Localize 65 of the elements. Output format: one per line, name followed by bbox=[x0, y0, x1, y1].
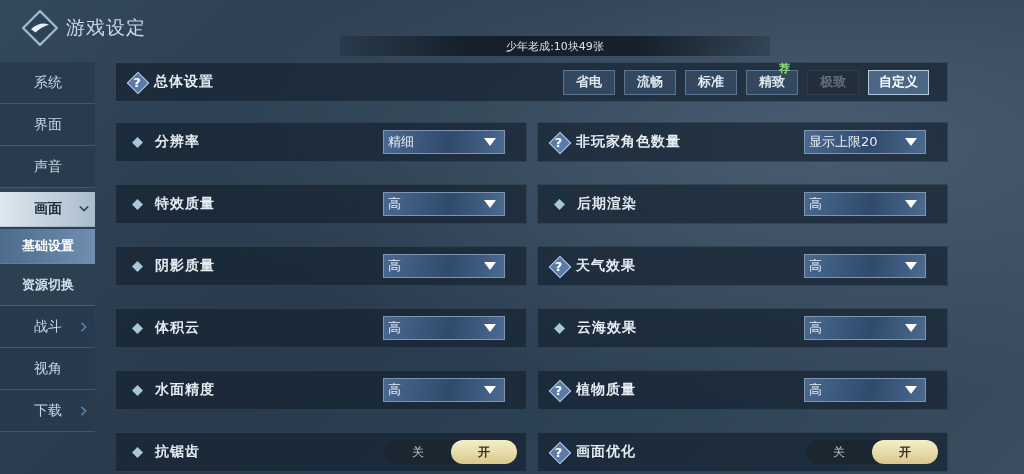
dropdown-arrow-icon bbox=[905, 138, 917, 146]
dropdown-arrow-icon bbox=[483, 138, 496, 146]
window-title: 游戏设定 bbox=[66, 15, 146, 40]
setting-label: 水面精度 bbox=[155, 381, 215, 399]
preset-button[interactable]: 流畅 bbox=[624, 69, 676, 95]
toggle-switch[interactable]: 关 开 bbox=[806, 440, 938, 464]
dropdown[interactable]: 高 bbox=[382, 316, 505, 340]
setting-label: 云海效果 bbox=[576, 319, 637, 337]
setting-label: 特效质量 bbox=[155, 195, 215, 213]
toggle-switch[interactable]: 关 开 bbox=[384, 440, 517, 464]
sidebar-item[interactable]: 下载 bbox=[0, 390, 95, 432]
dropdown[interactable]: 高 bbox=[804, 254, 926, 278]
diamond-bullet-icon bbox=[132, 384, 143, 396]
dropdown-arrow-icon bbox=[483, 262, 496, 270]
setting-label: 分辨率 bbox=[155, 133, 200, 151]
setting-label: 植物质量 bbox=[575, 381, 636, 399]
dropdown[interactable]: 高 bbox=[382, 378, 505, 402]
dropdown[interactable]: 高 bbox=[382, 254, 505, 278]
preset-button[interactable]: 省电 bbox=[563, 69, 615, 95]
dropdown-arrow-icon bbox=[483, 324, 496, 332]
diamond-bullet-icon bbox=[553, 322, 565, 334]
setting-label: 画面优化 bbox=[575, 443, 636, 461]
setting-label: 阴影质量 bbox=[155, 257, 215, 275]
setting-label: 总体设置 bbox=[154, 73, 214, 91]
sidebar-subitem[interactable]: 基础设置 bbox=[0, 229, 95, 264]
sidebar-item[interactable]: 视角 bbox=[0, 348, 95, 390]
chevron-right-icon bbox=[79, 405, 89, 416]
sidebar-item[interactable]: 界面 bbox=[0, 104, 95, 146]
sidebar-item[interactable]: 系统 bbox=[0, 62, 95, 104]
diamond-bullet-icon bbox=[553, 198, 565, 210]
diamond-bullet-icon bbox=[132, 198, 143, 210]
dropdown[interactable]: 显示上限20 bbox=[804, 130, 926, 154]
diamond-logo-icon bbox=[22, 10, 58, 46]
notice-text: 少年老成:10块49张 bbox=[506, 38, 604, 54]
preset-button[interactable]: 自定义 bbox=[868, 69, 929, 95]
preset-button[interactable]: 标准 bbox=[685, 69, 737, 95]
toggle-option[interactable]: 开 bbox=[450, 440, 517, 464]
diamond-bullet-icon bbox=[132, 446, 143, 458]
dropdown-arrow-icon bbox=[483, 386, 496, 394]
dropdown-arrow-icon bbox=[483, 200, 496, 208]
setting-label: 天气效果 bbox=[575, 257, 636, 275]
dropdown-arrow-icon bbox=[905, 324, 917, 332]
toggle-option[interactable]: 关 bbox=[384, 440, 451, 464]
diamond-bullet-icon bbox=[132, 260, 143, 272]
dropdown[interactable]: 高 bbox=[804, 192, 926, 216]
setting-label: 非玩家角色数量 bbox=[575, 133, 681, 151]
dropdown-arrow-icon bbox=[905, 262, 917, 270]
setting-label: 抗锯齿 bbox=[155, 443, 200, 461]
toggle-option[interactable]: 开 bbox=[872, 440, 938, 464]
dropdown-arrow-icon bbox=[905, 200, 917, 208]
chevron-right-icon bbox=[79, 321, 89, 332]
sidebar-item[interactable]: 画面 bbox=[0, 192, 95, 227]
sidebar-item[interactable]: 声音 bbox=[0, 146, 95, 188]
setting-label: 后期渲染 bbox=[576, 195, 637, 213]
dropdown-arrow-icon bbox=[905, 386, 917, 394]
dropdown[interactable]: 精细 bbox=[382, 130, 505, 154]
dropdown[interactable]: 高 bbox=[804, 316, 926, 340]
chevron-down-icon bbox=[79, 204, 89, 214]
diamond-bullet-icon bbox=[132, 136, 143, 148]
diamond-bullet-icon bbox=[132, 322, 143, 334]
dropdown[interactable]: 高 bbox=[382, 192, 505, 216]
setting-label: 体积云 bbox=[155, 319, 200, 337]
dropdown[interactable]: 高 bbox=[804, 378, 926, 402]
sidebar-item[interactable]: 战斗 bbox=[0, 306, 95, 348]
toggle-option[interactable]: 关 bbox=[806, 440, 872, 464]
